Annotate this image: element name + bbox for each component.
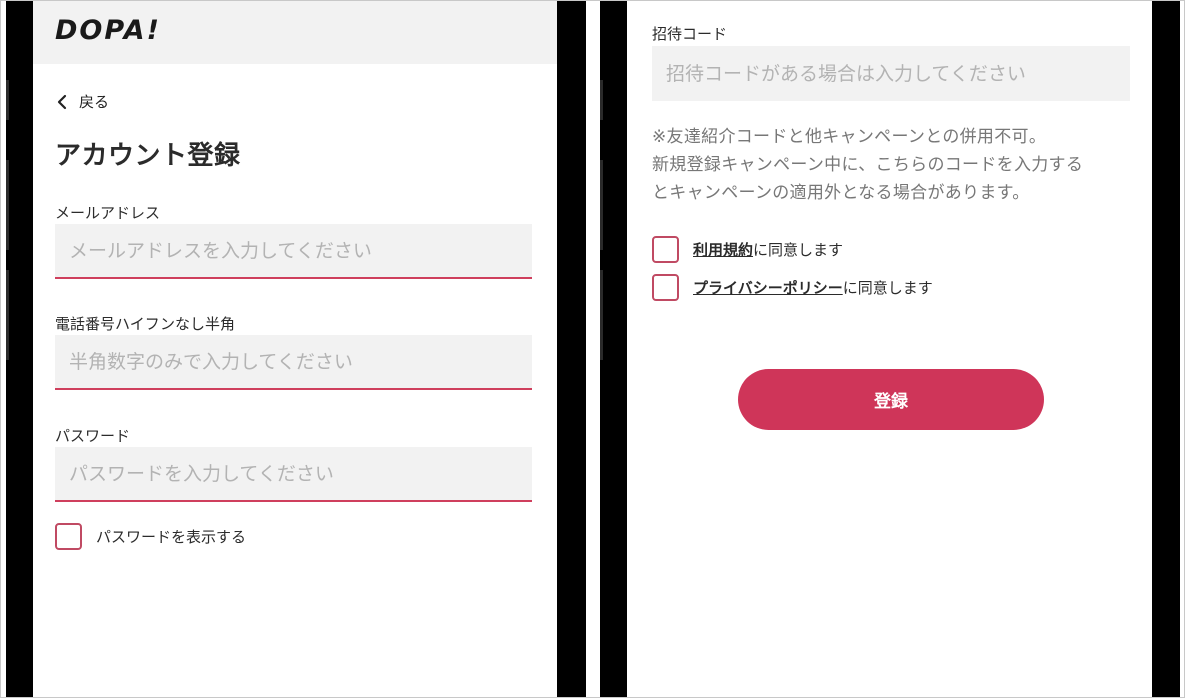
- side-button: [6, 160, 9, 250]
- privacy-label: プライバシーポリシーに同意します: [693, 277, 933, 298]
- invite-note-line-2: 新規登録キャンペーン中に、こちらのコードを入力する: [652, 155, 1084, 175]
- back-label: 戻る: [79, 93, 110, 111]
- side-button: [600, 160, 603, 250]
- register-button[interactable]: 登録: [738, 369, 1044, 430]
- logo-text: DOPA!: [55, 14, 161, 46]
- phone-label: 電話番号ハイフンなし半角: [55, 315, 236, 333]
- app-logo: DOPA!: [55, 12, 161, 48]
- back-link[interactable]: 戻る: [55, 91, 109, 112]
- account-registration-screen: DOPA! 戻る アカウント登録 メールアドレス 電話番号ハイフンなし半角 パス…: [33, 0, 557, 698]
- phone-field[interactable]: [55, 335, 532, 390]
- terms-agreement[interactable]: 利用規約に同意します: [652, 236, 843, 263]
- show-password-checkbox[interactable]: [55, 523, 82, 550]
- side-button: [600, 270, 603, 360]
- page-title: アカウント登録: [55, 141, 241, 171]
- email-field[interactable]: [55, 224, 532, 279]
- terms-suffix: に同意します: [753, 241, 844, 259]
- privacy-checkbox[interactable]: [652, 274, 679, 301]
- invite-note-line-3: とキャンペーンの適用外となる場合があります。: [652, 183, 1030, 203]
- side-button: [6, 270, 9, 360]
- terms-link[interactable]: 利用規約: [693, 241, 753, 259]
- side-button: [6, 80, 9, 120]
- side-button: [600, 80, 603, 120]
- terms-checkbox[interactable]: [652, 236, 679, 263]
- app-header: DOPA!: [33, 0, 557, 64]
- email-label: メールアドレス: [55, 204, 161, 222]
- chevron-left-icon: [57, 94, 67, 109]
- show-password-option[interactable]: パスワードを表示する: [55, 523, 246, 550]
- invite-code-field[interactable]: [652, 46, 1130, 101]
- terms-label: 利用規約に同意します: [693, 239, 843, 260]
- password-label: パスワード: [55, 427, 131, 445]
- privacy-suffix: に同意します: [842, 279, 933, 297]
- invite-code-label: 招待コード: [652, 25, 728, 43]
- privacy-policy-link[interactable]: プライバシーポリシー: [693, 279, 843, 297]
- password-field[interactable]: [55, 447, 532, 502]
- registration-continued-screen: 招待コード ※友達紹介コードと他キャンペーンとの併用不可。 新規登録キャンペーン…: [627, 0, 1152, 698]
- invite-note-line-1: ※友達紹介コードと他キャンペーンとの併用不可。: [652, 127, 1047, 147]
- privacy-agreement[interactable]: プライバシーポリシーに同意します: [652, 274, 933, 301]
- show-password-label: パスワードを表示する: [96, 528, 247, 546]
